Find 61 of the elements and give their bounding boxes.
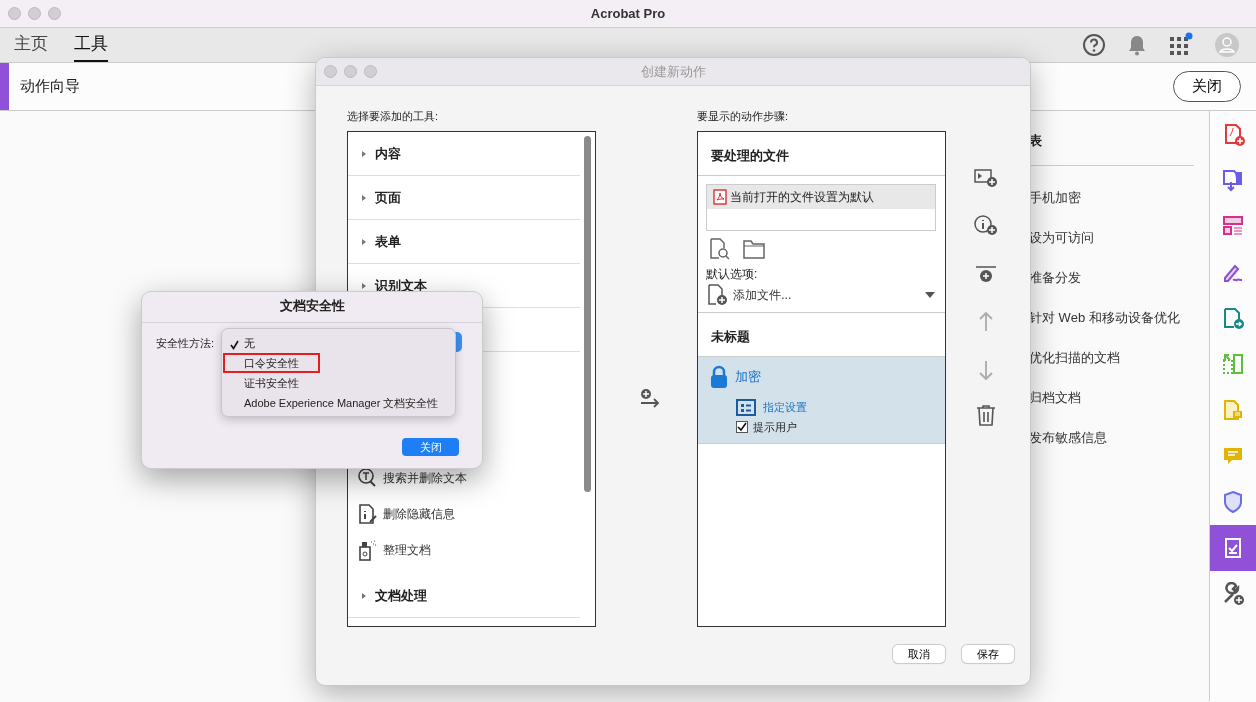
expand-arrow-icon (362, 150, 366, 157)
tool-group[interactable]: 表单 (348, 220, 580, 264)
document-add-icon (706, 282, 730, 307)
toolbar-title: 动作向导 (20, 76, 80, 97)
expand-arrow-icon (362, 194, 366, 201)
dialog-title: 创建新动作 (640, 62, 706, 81)
expand-arrow-icon (362, 238, 366, 245)
folder-icon[interactable] (742, 237, 766, 261)
shield-icon (1221, 490, 1245, 514)
field-label: 安全性方法: (156, 336, 215, 351)
pdf-send-icon (1221, 306, 1245, 330)
info-document-icon (356, 502, 380, 526)
prompt-user-checkbox[interactable]: 提示用户 (736, 419, 797, 436)
panel-item[interactable]: 归档文档 (1029, 387, 1209, 406)
save-button[interactable]: 保存 (962, 645, 1014, 663)
nav-tab[interactable]: 主页 (14, 28, 48, 62)
menu-item[interactable]: 口令安全性 (223, 353, 320, 373)
section-heading: 要处理的文件 (698, 132, 945, 176)
settings-list-icon[interactable] (736, 399, 756, 416)
trash-icon[interactable] (974, 403, 998, 427)
panel-item[interactable]: 设为可访问 (1029, 227, 1209, 246)
tool-item[interactable]: 删除隐藏信息 (348, 496, 595, 532)
checkbox[interactable] (736, 421, 748, 434)
document-search-icon[interactable] (708, 237, 732, 261)
action-step[interactable]: 加密 指定设置 提示用户 (698, 357, 945, 444)
close-button[interactable]: 关闭 (1173, 71, 1241, 102)
add-step-icon[interactable] (639, 388, 661, 410)
tool-group[interactable]: 页面 (348, 176, 580, 220)
expand-arrow-icon (362, 592, 366, 599)
cancel-button[interactable]: 取消 (893, 645, 945, 663)
lock-icon (710, 365, 728, 389)
notification-bell-icon[interactable] (1126, 33, 1148, 57)
section-label: 要显示的动作步骤: (697, 109, 789, 124)
add-info-icon[interactable] (974, 214, 998, 238)
tool-item[interactable]: 搜索并删除文本 (348, 460, 595, 496)
tool-group[interactable]: 文档处理 (348, 574, 580, 618)
accent-bar (0, 63, 9, 110)
add-file-dropdown[interactable]: 添加文件... (698, 283, 945, 313)
document-comment-icon (1221, 398, 1245, 422)
menu-item[interactable]: Adobe Experience Manager 文档安全性 (222, 393, 455, 413)
panel-item[interactable]: 发布敏感信息 (1029, 427, 1209, 446)
help-icon[interactable] (1082, 33, 1106, 57)
action-name: 加密 (734, 368, 761, 387)
tool-group[interactable]: 内容 (348, 132, 580, 176)
caret-icon (925, 291, 935, 298)
options-label: 默认选项: (705, 266, 759, 283)
menu-item[interactable]: 无 (222, 333, 455, 353)
layout-icon (1221, 214, 1245, 238)
section-label: 选择要添加的工具: (347, 109, 439, 124)
settings-link[interactable]: 指定设置 (762, 399, 807, 416)
pdf-file-icon (713, 189, 727, 205)
file-item[interactable]: 当前打开的文件设置为默认 (707, 185, 935, 209)
apps-grid-icon[interactable] (1168, 32, 1194, 58)
tool-item[interactable]: 整理文档 (348, 532, 595, 568)
compare-icon (1221, 352, 1245, 376)
menu-item[interactable]: 证书安全性 (222, 373, 455, 393)
tool-button[interactable] (1210, 525, 1256, 571)
close-button[interactable]: 关闭 (402, 438, 459, 456)
window-title: Acrobat Pro (590, 4, 666, 23)
pdf-export-icon (1221, 168, 1245, 192)
dialog-title: 文档安全性 (279, 292, 345, 323)
